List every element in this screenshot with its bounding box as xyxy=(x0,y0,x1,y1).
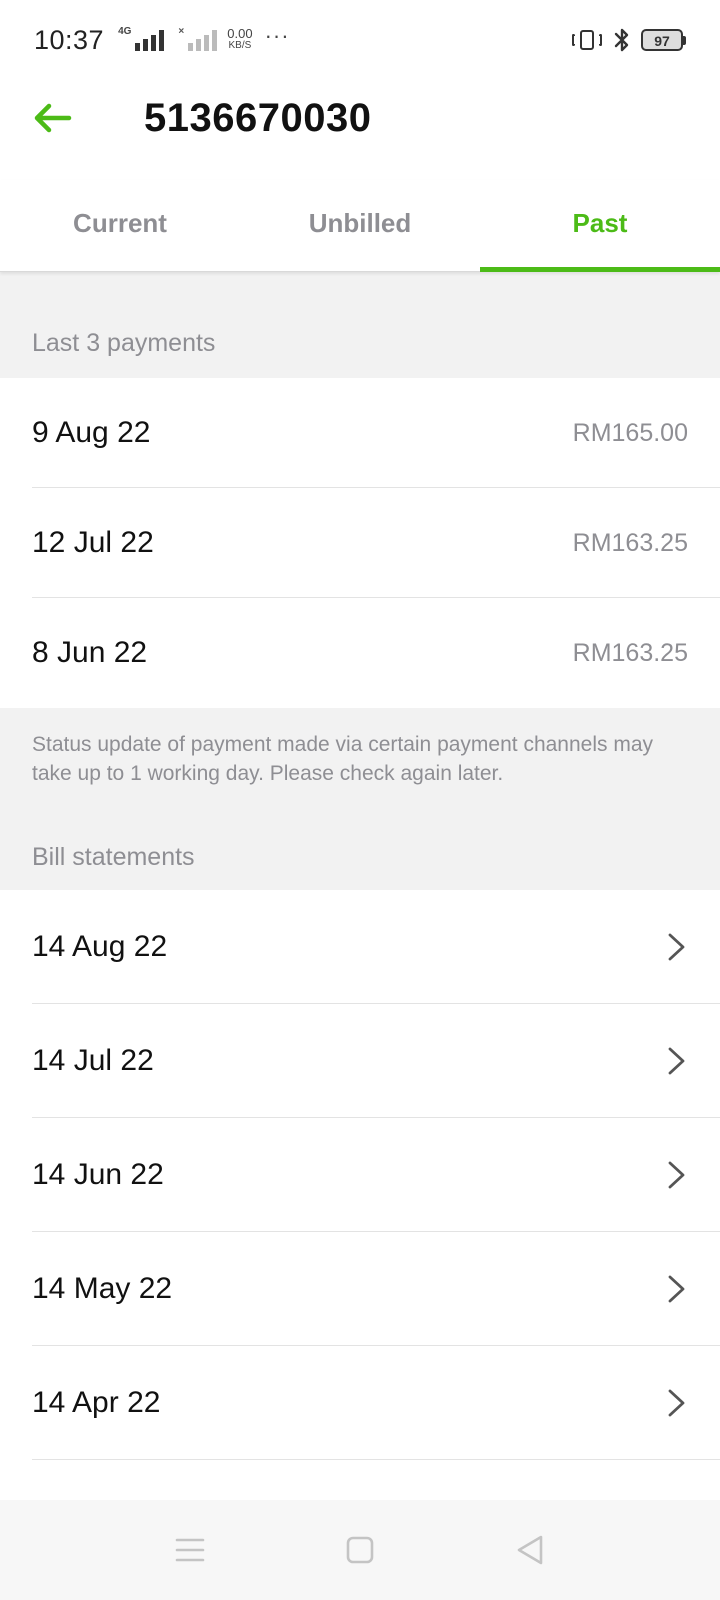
payment-row: 12 Jul 22 RM163.25 xyxy=(0,488,720,598)
network-type-label: 4G xyxy=(118,26,132,37)
bills-section-heading: Bill statements xyxy=(32,843,195,871)
bill-date: 14 Jul 22 xyxy=(32,1044,154,1077)
payments-section-heading: Last 3 payments xyxy=(32,329,216,357)
tab-past[interactable]: Past xyxy=(480,180,720,272)
list-partial-row xyxy=(0,1460,720,1500)
payment-date: 8 Jun 22 xyxy=(32,636,148,669)
nav-back-button[interactable] xyxy=(445,1500,615,1600)
app-header: 5136670030 xyxy=(0,80,720,180)
tab-unbilled[interactable]: Unbilled xyxy=(240,180,480,271)
vibrate-icon xyxy=(571,28,603,52)
bill-statement-row[interactable]: 14 Apr 22 xyxy=(0,1346,720,1460)
payment-amount: RM163.25 xyxy=(572,638,688,667)
chevron-right-icon xyxy=(668,1047,685,1075)
tab-current[interactable]: Current xyxy=(0,180,240,271)
network-speed: 0.00 KB/S xyxy=(227,26,253,52)
payment-status-note: Status update of payment made via certai… xyxy=(32,733,654,785)
more-notifications-icon: ··· xyxy=(264,23,290,48)
tab-bar: Current Unbilled Past xyxy=(0,180,720,272)
signal-bars-dim-icon xyxy=(188,29,218,51)
status-right-icons: 97 xyxy=(571,0,686,80)
bill-date: 14 Apr 22 xyxy=(32,1386,161,1419)
network-speed-unit: KB/S xyxy=(228,40,252,51)
payments-list: 9 Aug 22 RM165.00 12 Jul 22 RM163.25 8 J… xyxy=(0,378,720,708)
bill-statements-list: 14 Aug 22 14 Jul 22 14 Jun 22 14 May 22 xyxy=(0,890,720,1500)
battery-icon: 97 xyxy=(641,29,686,51)
system-nav-bar xyxy=(0,1500,720,1600)
signal-no-service-icon: × xyxy=(178,26,218,51)
chevron-right-icon xyxy=(668,1389,685,1417)
bluetooth-icon xyxy=(614,28,629,52)
back-button[interactable] xyxy=(28,98,76,138)
home-square-icon xyxy=(346,1536,374,1564)
signal-bars-icon xyxy=(135,29,165,51)
bill-statement-row[interactable]: 14 Aug 22 xyxy=(0,890,720,1004)
bill-date: 14 Jun 22 xyxy=(32,1158,164,1191)
app-screen: 10:37 4G × 0.00 KB/S ··· 97 5136670030 C… xyxy=(0,0,720,1600)
bill-statement-row[interactable]: 14 Jun 22 xyxy=(0,1118,720,1232)
payment-row: 8 Jun 22 RM163.25 xyxy=(0,598,720,708)
payment-date: 12 Jul 22 xyxy=(32,526,154,559)
battery-level: 97 xyxy=(641,29,683,51)
payment-date: 9 Aug 22 xyxy=(32,416,151,449)
status-time: 10:37 xyxy=(34,24,105,55)
menu-icon xyxy=(175,1538,205,1562)
chevron-right-icon xyxy=(668,1161,685,1189)
bill-statement-row[interactable]: 14 Jul 22 xyxy=(0,1004,720,1118)
page-title: 5136670030 xyxy=(144,96,372,140)
arrow-left-icon xyxy=(34,103,72,133)
status-bar: 10:37 4G × 0.00 KB/S ··· 97 xyxy=(0,0,720,80)
chevron-right-icon xyxy=(668,1275,685,1303)
bill-date: 14 May 22 xyxy=(32,1272,173,1305)
signal-4g-icon: 4G xyxy=(118,26,165,51)
network-speed-value: 0.00 xyxy=(227,26,253,41)
past-tab-content: Last 3 payments 9 Aug 22 RM165.00 12 Jul… xyxy=(0,272,720,1500)
payment-row: 9 Aug 22 RM165.00 xyxy=(0,378,720,488)
chevron-right-icon xyxy=(668,933,685,961)
payment-amount: RM165.00 xyxy=(572,418,688,447)
nav-menu-button[interactable] xyxy=(105,1500,275,1600)
nav-home-button[interactable] xyxy=(275,1500,445,1600)
bill-statement-row[interactable]: 14 May 22 xyxy=(0,1232,720,1346)
back-triangle-icon xyxy=(517,1535,543,1565)
bill-date: 14 Aug 22 xyxy=(32,930,168,963)
payment-amount: RM163.25 xyxy=(572,528,688,557)
